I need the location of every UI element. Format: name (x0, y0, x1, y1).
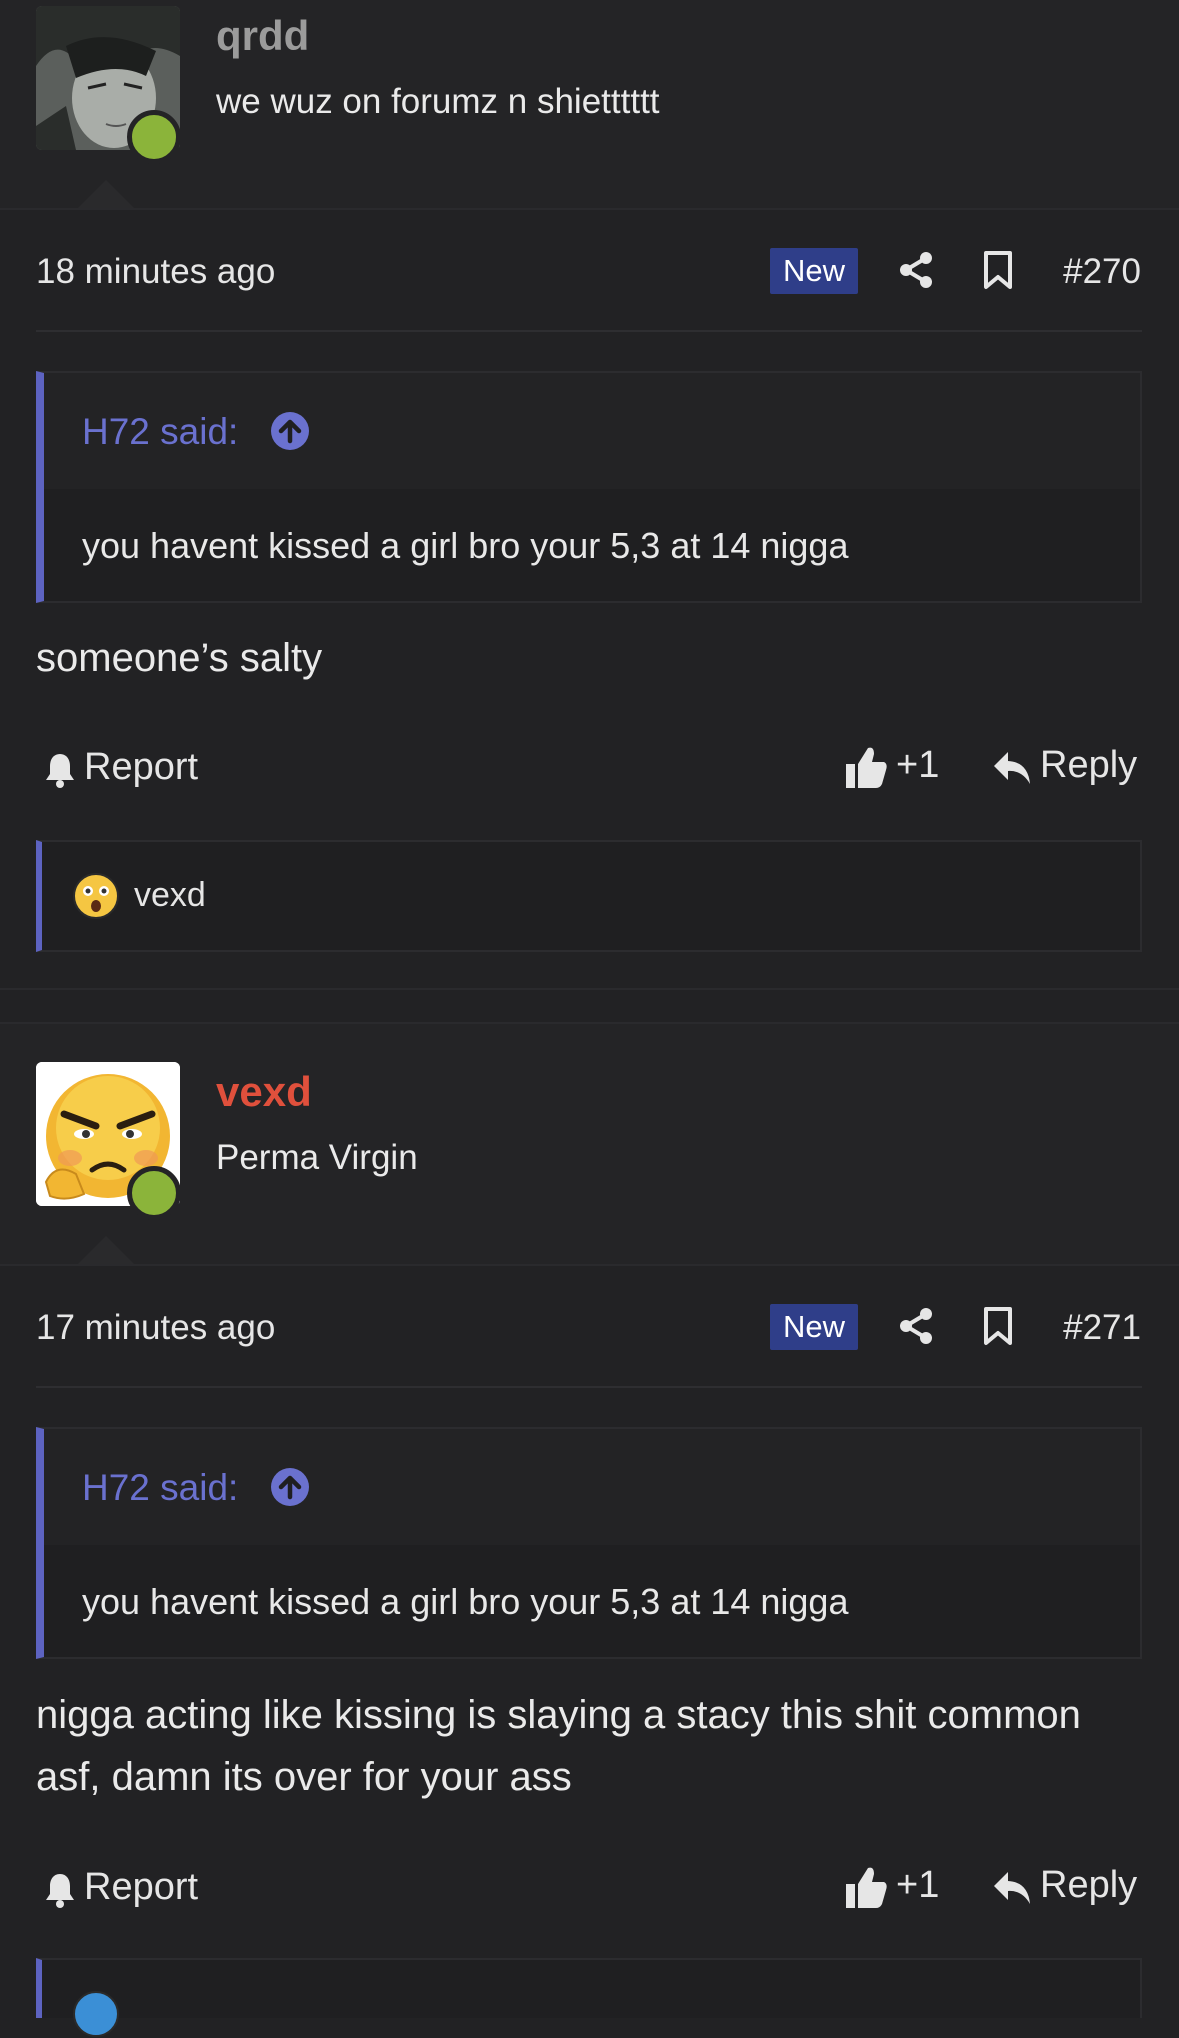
post-number[interactable]: #270 (1063, 252, 1141, 292)
divider (0, 1264, 1179, 1266)
divider (0, 208, 1179, 210)
share-icon[interactable] (896, 250, 936, 290)
online-indicator (127, 110, 181, 164)
bookmark-icon[interactable] (978, 250, 1018, 290)
reply-label: Reply (1040, 1864, 1138, 1906)
quote-block: H72 said: you havent kissed a girl bro y… (36, 371, 1142, 603)
thumbs-up-icon (844, 1864, 888, 1910)
report-button[interactable]: Report (44, 1866, 214, 1912)
post-time[interactable]: 18 minutes ago (36, 252, 275, 292)
like-count: +1 (896, 744, 940, 786)
divider (36, 330, 1142, 332)
post-body: someone’s salty (36, 636, 323, 680)
report-label: Report (84, 746, 199, 788)
online-indicator (127, 1166, 181, 1220)
reactions-bar[interactable]: vexd (36, 840, 1142, 952)
bell-icon (44, 752, 76, 788)
user-title: we wuz on forumz n shietttttt (216, 82, 660, 121)
bookmark-icon[interactable] (978, 1306, 1018, 1346)
reactions-bar[interactable] (36, 1958, 1142, 2037)
thumbs-up-icon (844, 744, 888, 790)
reply-button[interactable]: Reply (992, 1864, 1142, 1912)
arrow-up-circle-icon[interactable] (270, 1467, 310, 1507)
arrow-up-circle-icon[interactable] (270, 411, 310, 451)
post-time[interactable]: 17 minutes ago (36, 1308, 275, 1348)
quote-text: you havent kissed a girl bro your 5,3 at… (82, 525, 849, 566)
post-number[interactable]: #271 (1063, 1308, 1141, 1348)
new-badge: New (770, 248, 858, 294)
reaction-emoji-icon (72, 1990, 120, 2038)
reply-label: Reply (1040, 744, 1138, 786)
username[interactable]: vexd (216, 1068, 312, 1116)
reply-button[interactable]: Reply (992, 744, 1142, 792)
username[interactable]: qrdd (216, 12, 309, 60)
like-button[interactable]: +1 (844, 744, 944, 792)
report-button[interactable]: Report (44, 746, 214, 792)
like-button[interactable]: +1 (844, 1864, 944, 1912)
astonished-emoji-icon (72, 872, 120, 920)
quote-author[interactable]: H72 said: (82, 411, 238, 453)
quote-author[interactable]: H72 said: (82, 1467, 238, 1509)
post-body: nigga acting like kissing is slaying a s… (36, 1693, 1081, 1799)
like-count: +1 (896, 1864, 940, 1906)
new-badge: New (770, 1304, 858, 1350)
share-icon[interactable] (896, 1306, 936, 1346)
divider (36, 1386, 1142, 1388)
post-separator (0, 988, 1179, 990)
message-arrow (76, 180, 136, 210)
reply-arrow-icon (992, 748, 1032, 788)
bell-icon (44, 1872, 76, 1908)
reply-arrow-icon (992, 1868, 1032, 1908)
user-title: Perma Virgin (216, 1138, 418, 1177)
report-label: Report (84, 1866, 199, 1908)
reaction-user[interactable]: vexd (134, 876, 206, 915)
quote-block: H72 said: you havent kissed a girl bro y… (36, 1427, 1142, 1659)
quote-text: you havent kissed a girl bro your 5,3 at… (82, 1581, 849, 1622)
message-arrow (76, 1236, 136, 1266)
